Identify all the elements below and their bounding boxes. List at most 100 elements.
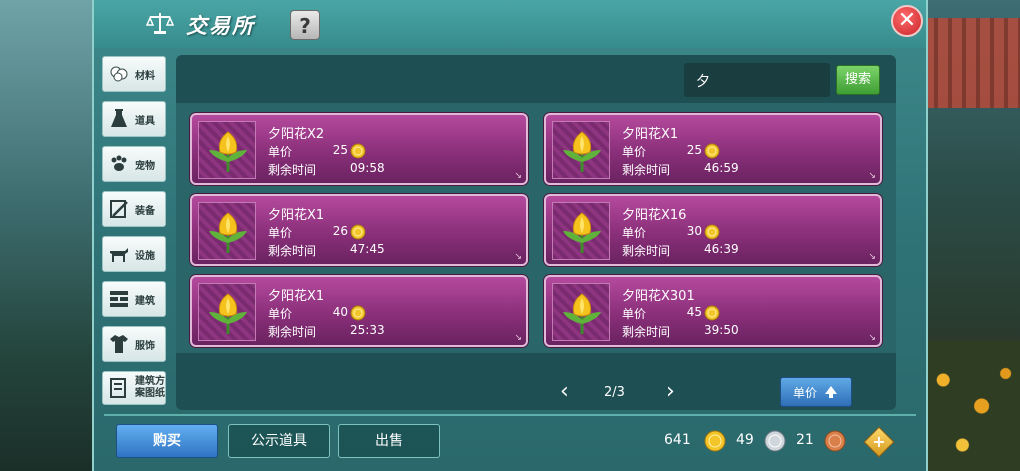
sort-by-price-button[interactable]: 单价 xyxy=(780,377,852,407)
sidebar-item-equipment[interactable]: 装备 xyxy=(102,191,166,227)
sidebar-item-label: 服饰 xyxy=(135,340,155,352)
item-thumbnail xyxy=(552,283,610,341)
search-button[interactable]: 搜索 xyxy=(836,65,880,95)
gold-coin-icon xyxy=(704,224,720,240)
silver-amount: 49 xyxy=(736,432,754,448)
time-label: 剩余时间 xyxy=(268,325,317,339)
item-thumbnail xyxy=(198,202,256,260)
flask-icon xyxy=(111,109,127,127)
item-thumbnail xyxy=(552,202,610,260)
time-remaining: 46:59 xyxy=(704,161,739,175)
listing-card[interactable]: 夕阳花X2 单价 25 剩余时间 09:58 ↘ xyxy=(190,113,528,185)
sidebar-item-materials[interactable]: 材料 xyxy=(102,56,166,92)
price-label: 单价 xyxy=(622,226,647,240)
tab-sell[interactable]: 出售 xyxy=(338,424,440,458)
prev-page-button[interactable]: ‹ xyxy=(560,379,569,404)
gold-coin-icon xyxy=(350,224,366,240)
corner-arrow-icon: ↘ xyxy=(868,333,876,343)
item-thumbnail xyxy=(198,283,256,341)
sunset-flower-icon xyxy=(209,212,247,253)
help-button[interactable]: ? xyxy=(290,10,320,40)
background-scene-left xyxy=(0,0,95,471)
next-page-button[interactable]: › xyxy=(666,379,675,404)
trade-window: 交易所 ? ✕ 材料 道具 宠物 装备 设施 建筑 服饰 建筑方案图纸 夕 搜索… xyxy=(92,0,928,471)
horse-icon xyxy=(110,248,128,262)
sunset-flower-icon xyxy=(563,131,601,172)
scales-icon xyxy=(146,13,174,34)
category-sidebar: 材料 道具 宠物 装备 设施 建筑 服饰 建筑方案图纸 xyxy=(102,56,168,414)
copper-amount: 21 xyxy=(796,432,814,448)
sidebar-item-facilities[interactable]: 设施 xyxy=(102,236,166,272)
paw-icon xyxy=(111,155,127,171)
sidebar-item-buildings[interactable]: 建筑 xyxy=(102,281,166,317)
price-label: 单价 xyxy=(268,145,293,159)
background-roof xyxy=(924,18,1020,108)
time-remaining: 09:58 xyxy=(350,161,385,175)
listing-card[interactable]: 夕阳花X301 单价 45 剩余时间 39:50 ↘ xyxy=(544,275,882,347)
shirt-icon xyxy=(110,335,128,353)
listing-area: 夕 搜索 夕阳花X2 单价 25 剩余时间 09:58 ↘ 夕阳花X1 单价 2… xyxy=(176,55,896,410)
price-label: 单价 xyxy=(622,145,647,159)
price-value: 40 xyxy=(332,305,348,319)
item-name: 夕阳花X1 xyxy=(268,208,325,223)
price-value: 45 xyxy=(686,305,702,319)
price-label: 单价 xyxy=(268,226,293,240)
time-label: 剩余时间 xyxy=(268,163,317,177)
sunset-flower-icon xyxy=(209,293,247,334)
sword-icon xyxy=(110,200,128,218)
gold-amount: 641 xyxy=(664,432,691,448)
silver-coin-icon xyxy=(764,430,786,452)
gold-coin-icon xyxy=(350,143,366,159)
item-name: 夕阳花X16 xyxy=(622,208,687,223)
listing-card[interactable]: 夕阳花X1 单价 40 剩余时间 25:33 ↘ xyxy=(190,275,528,347)
sidebar-item-blueprints[interactable]: 建筑方案图纸 xyxy=(102,371,166,405)
footer-divider xyxy=(104,414,916,416)
time-remaining: 47:45 xyxy=(350,242,385,256)
tab-public-items[interactable]: 公示道具 xyxy=(228,424,330,458)
time-label: 剩余时间 xyxy=(622,325,671,339)
sidebar-item-label: 建筑方案图纸 xyxy=(135,376,165,399)
price-value: 25 xyxy=(332,143,348,157)
item-name: 夕阳花X2 xyxy=(268,127,325,142)
time-remaining: 25:33 xyxy=(350,323,385,337)
corner-arrow-icon: ↘ xyxy=(868,171,876,181)
listing-card[interactable]: 夕阳花X1 单价 26 剩余时间 47:45 ↘ xyxy=(190,194,528,266)
gold-coin-icon xyxy=(704,430,726,452)
background-flowers xyxy=(924,341,1020,471)
gold-coin-icon xyxy=(350,305,366,321)
price-label: 单价 xyxy=(622,307,647,321)
item-name: 夕阳花X1 xyxy=(622,127,679,142)
close-button[interactable]: ✕ xyxy=(891,5,923,37)
sidebar-item-label: 道具 xyxy=(135,115,155,127)
time-remaining: 46:39 xyxy=(704,242,739,256)
time-remaining: 39:50 xyxy=(704,323,739,337)
price-label: 单价 xyxy=(268,307,293,321)
item-name: 夕阳花X301 xyxy=(622,289,695,304)
listing-card[interactable]: 夕阳花X16 单价 30 剩余时间 46:39 ↘ xyxy=(544,194,882,266)
page-indicator: 2/3 xyxy=(604,385,625,400)
add-currency-button[interactable]: + xyxy=(863,426,895,458)
corner-arrow-icon: ↘ xyxy=(514,333,522,343)
sunset-flower-icon xyxy=(563,212,601,253)
window-header: 交易所 ? ✕ xyxy=(94,0,926,48)
corner-arrow-icon: ↘ xyxy=(868,252,876,262)
tab-buy[interactable]: 购买 xyxy=(116,424,218,458)
item-thumbnail xyxy=(552,121,610,179)
gold-coin-icon xyxy=(704,305,720,321)
sidebar-item-label: 建筑 xyxy=(135,295,155,307)
price-value: 26 xyxy=(332,224,348,238)
time-label: 剩余时间 xyxy=(622,244,671,258)
window-title: 交易所 xyxy=(186,14,255,38)
item-name: 夕阳花X1 xyxy=(268,289,325,304)
search-input[interactable]: 夕 xyxy=(684,63,830,97)
sidebar-item-label: 装备 xyxy=(135,205,155,217)
sidebar-item-props[interactable]: 道具 xyxy=(102,101,166,137)
sidebar-item-label: 材料 xyxy=(135,70,155,82)
sidebar-item-pets[interactable]: 宠物 xyxy=(102,146,166,182)
copper-coin-icon xyxy=(824,430,846,452)
listing-card[interactable]: 夕阳花X1 单价 25 剩余时间 46:59 ↘ xyxy=(544,113,882,185)
cotton-icon xyxy=(110,66,128,82)
gold-coin-icon xyxy=(704,143,720,159)
sidebar-item-label: 设施 xyxy=(135,250,155,262)
sidebar-item-clothing[interactable]: 服饰 xyxy=(102,326,166,362)
